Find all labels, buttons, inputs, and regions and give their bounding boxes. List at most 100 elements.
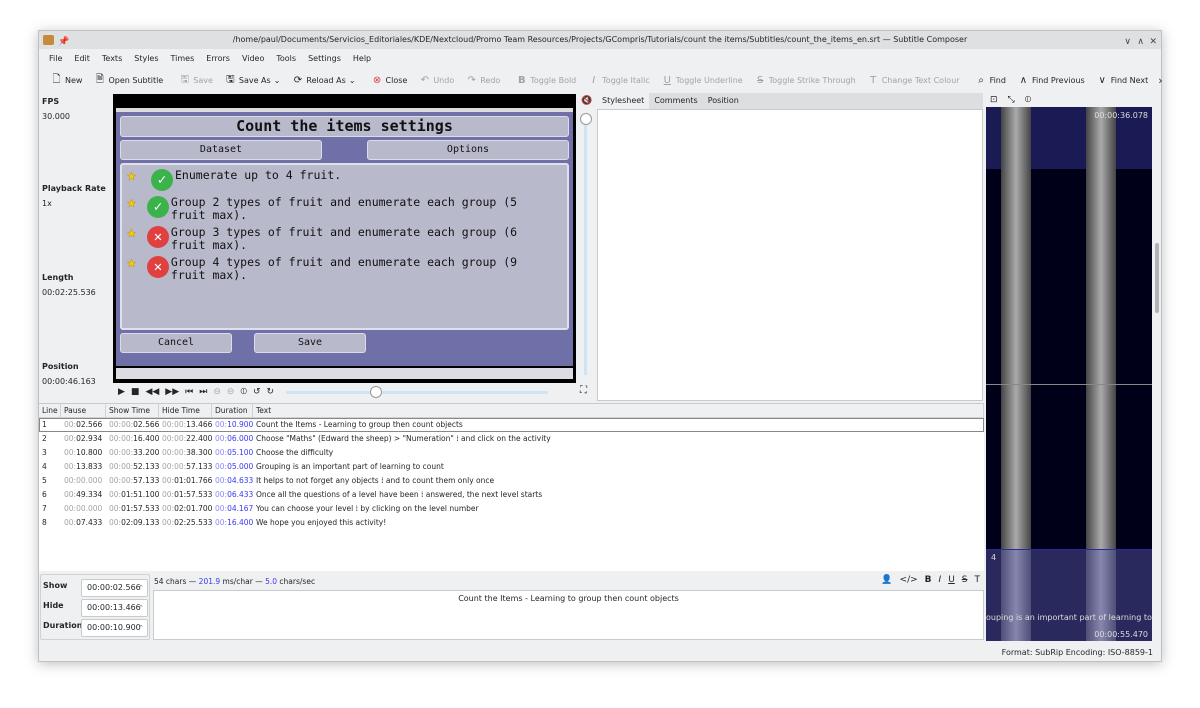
table-row[interactable]: 5 00:00.000 00:00:57.133 00:01:01.766 00:04.… xyxy=(39,474,984,488)
strikethrough-icon[interactable]: S xyxy=(962,575,968,585)
find-next-button[interactable]: ∨ Find Next xyxy=(1091,75,1155,86)
table-row[interactable]: 1 00:02.566 00:00:02.566 00:00:13.466 00:10.… xyxy=(39,418,984,432)
toggle-underline-button[interactable]: U Toggle Underline xyxy=(656,75,749,86)
zoom-fit-icon[interactable]: ⊡ xyxy=(990,93,998,107)
stylesheet-editor[interactable] xyxy=(597,109,983,401)
underline-icon[interactable]: U xyxy=(948,575,955,585)
header-show-time[interactable]: Show Time xyxy=(106,404,159,417)
minimize-button[interactable]: ∨ xyxy=(1124,33,1131,51)
duration-input[interactable]: 00:00:10.900 ⌃ xyxy=(81,619,148,637)
reload-as-button[interactable]: ⟳ Reload As ⌄ xyxy=(286,75,361,86)
volume-slider[interactable]: 🔇 xyxy=(578,95,594,385)
menu-file[interactable]: File xyxy=(43,49,68,69)
tab-comments[interactable]: Comments xyxy=(649,93,702,109)
menu-edit[interactable]: Edit xyxy=(68,49,96,69)
tab-stylesheet[interactable]: Stylesheet xyxy=(597,93,650,109)
save-as-button[interactable]: 🖫 Save As ⌄ xyxy=(219,72,287,89)
header-pause[interactable]: Pause xyxy=(61,404,106,417)
chevron-down-icon[interactable]: ⌄ xyxy=(349,76,356,85)
header-duration[interactable]: Duration xyxy=(212,404,253,417)
open-subtitle-button[interactable]: 🗎 Open Subtitle xyxy=(88,72,169,89)
menu-help[interactable]: Help xyxy=(347,49,377,69)
time-value: 02:09.133 xyxy=(121,518,160,527)
subtitle-text-editor[interactable]: Count the Items - Learning to group then… xyxy=(153,590,984,640)
time-prefix: 00:00: xyxy=(162,448,187,457)
chevron-up-icon: ∧ xyxy=(1019,74,1028,86)
label: Toggle Italic xyxy=(602,75,650,85)
menu-styles[interactable]: Styles xyxy=(128,49,164,69)
zoom-out-icon[interactable]: ⤡ xyxy=(1008,93,1015,107)
text-colour-icon[interactable]: T xyxy=(975,575,981,585)
previous-line-icon[interactable]: ⏮ xyxy=(185,387,193,397)
waveform[interactable]: ⊡ ⤡ ⦶ 00:00:36.078 4 ouping is an import… xyxy=(986,93,1152,641)
find-button[interactable]: ⌕ Find xyxy=(970,75,1012,86)
close-button[interactable]: ⊗ Close xyxy=(366,75,414,86)
toggle-italic-button[interactable]: I Toggle Italic xyxy=(582,75,656,86)
time-value: 10.800 xyxy=(76,448,103,457)
rewind-icon[interactable]: ◀◀ xyxy=(145,387,159,397)
hide-time-input[interactable]: 00:00:13.466 ⌃ xyxy=(81,599,148,617)
seek-slider[interactable] xyxy=(286,385,549,398)
menu-texts[interactable]: Texts xyxy=(96,49,128,69)
toggle-strike-button[interactable]: S Toggle Strike Through xyxy=(749,75,862,86)
audio-stream-icon[interactable]: ⦶ xyxy=(1025,93,1032,107)
zoom-out-icon[interactable]: ⊖ xyxy=(213,387,221,397)
menu-times[interactable]: Times xyxy=(165,49,201,69)
waveform-scrollbar[interactable] xyxy=(1153,93,1161,641)
italic-icon[interactable]: I xyxy=(939,575,942,585)
mute-icon[interactable]: 🔇 xyxy=(581,96,592,106)
table-row[interactable]: 6 00:49.334 00:01:51.100 00:01:57.533 00:06.… xyxy=(39,488,984,502)
save-button[interactable]: 🖫 Save xyxy=(173,72,219,89)
close-window-button[interactable]: ✕ xyxy=(1149,33,1157,51)
tab-position[interactable]: Position xyxy=(703,93,744,109)
seek-forward-icon[interactable]: ↻ xyxy=(267,387,275,397)
new-button[interactable]: 🗋 New xyxy=(45,72,88,89)
audio-stream-icon[interactable]: ⦶ xyxy=(240,387,247,397)
undo-button[interactable]: ↶ Undo xyxy=(413,75,460,86)
chevron-down-icon[interactable]: ⌄ xyxy=(274,76,281,85)
header-line[interactable]: Line xyxy=(39,404,61,417)
volume-track[interactable] xyxy=(584,115,587,375)
menu-errors[interactable]: Errors xyxy=(200,49,236,69)
zoom-out-icon[interactable]: ⊖ xyxy=(227,387,235,397)
show-time-input[interactable]: 00:00:02.566 ⌃ xyxy=(81,579,148,597)
code-icon[interactable]: </> xyxy=(900,575,918,585)
menu-settings[interactable]: Settings xyxy=(302,49,347,69)
duration-row: Duration xyxy=(43,621,82,630)
volume-handle[interactable] xyxy=(580,113,592,125)
video-player[interactable]: Count the items settings Dataset Options… xyxy=(113,94,576,383)
table-row[interactable]: 7 00:00.000 00:01:57.533 00:02:01.700 00:04.… xyxy=(39,502,984,516)
voice-icon[interactable]: 👤 xyxy=(881,575,892,585)
fast-forward-icon[interactable]: ▶▶ xyxy=(165,387,179,397)
spin-arrows-icon[interactable]: ⌃ xyxy=(138,580,144,596)
stop-icon[interactable]: ■ xyxy=(131,387,140,397)
table-row[interactable]: 3 00:10.800 00:00:33.200 00:00:38.300 00:05.… xyxy=(39,446,984,460)
seek-handle[interactable] xyxy=(369,385,382,398)
menu-video[interactable]: Video xyxy=(236,49,270,69)
next-line-icon[interactable]: ⏭ xyxy=(199,387,207,397)
seek-back-icon[interactable]: ↺ xyxy=(253,387,261,397)
table-row[interactable]: 4 00:13.833 00:00:52.133 00:00:57.133 00:05.… xyxy=(39,460,984,474)
header-text[interactable]: Text xyxy=(253,404,984,417)
fullscreen-icon[interactable]: ⛶ xyxy=(580,385,587,396)
find-previous-button[interactable]: ∧ Find Previous xyxy=(1012,75,1091,86)
scrollbar-thumb[interactable] xyxy=(1155,243,1159,313)
table-row[interactable]: 8 00:07.433 00:02:09.133 00:02:25.533 00:16.… xyxy=(39,516,984,530)
spin-arrows-icon[interactable]: ⌃ xyxy=(138,600,144,616)
play-icon[interactable]: ▶ xyxy=(118,387,125,397)
video-option: ★ ✓ Enumerate up to 4 fruit. xyxy=(127,167,341,191)
header-hide-time[interactable]: Hide Time xyxy=(159,404,212,417)
maximize-button[interactable]: ∧ xyxy=(1137,33,1144,51)
toggle-bold-button[interactable]: B Toggle Bold xyxy=(510,75,582,86)
redo-button[interactable]: ↷ Redo xyxy=(460,75,506,86)
cell-line: 7 xyxy=(42,504,47,513)
change-colour-button[interactable]: T Change Text Colour xyxy=(862,75,966,86)
position-label: Position xyxy=(42,362,79,371)
table-row[interactable]: 2 00:02.934 00:00:16.400 00:00:22.400 00:06.… xyxy=(39,432,984,446)
menu-tools[interactable]: Tools xyxy=(270,49,302,69)
bold-icon[interactable]: B xyxy=(925,575,932,585)
text-colour-icon: T xyxy=(870,74,877,86)
toolbar-overflow-icon[interactable]: › xyxy=(1158,74,1162,87)
time-value: 04.633 xyxy=(227,476,254,485)
spin-arrows-icon[interactable]: ⌃ xyxy=(138,620,144,636)
